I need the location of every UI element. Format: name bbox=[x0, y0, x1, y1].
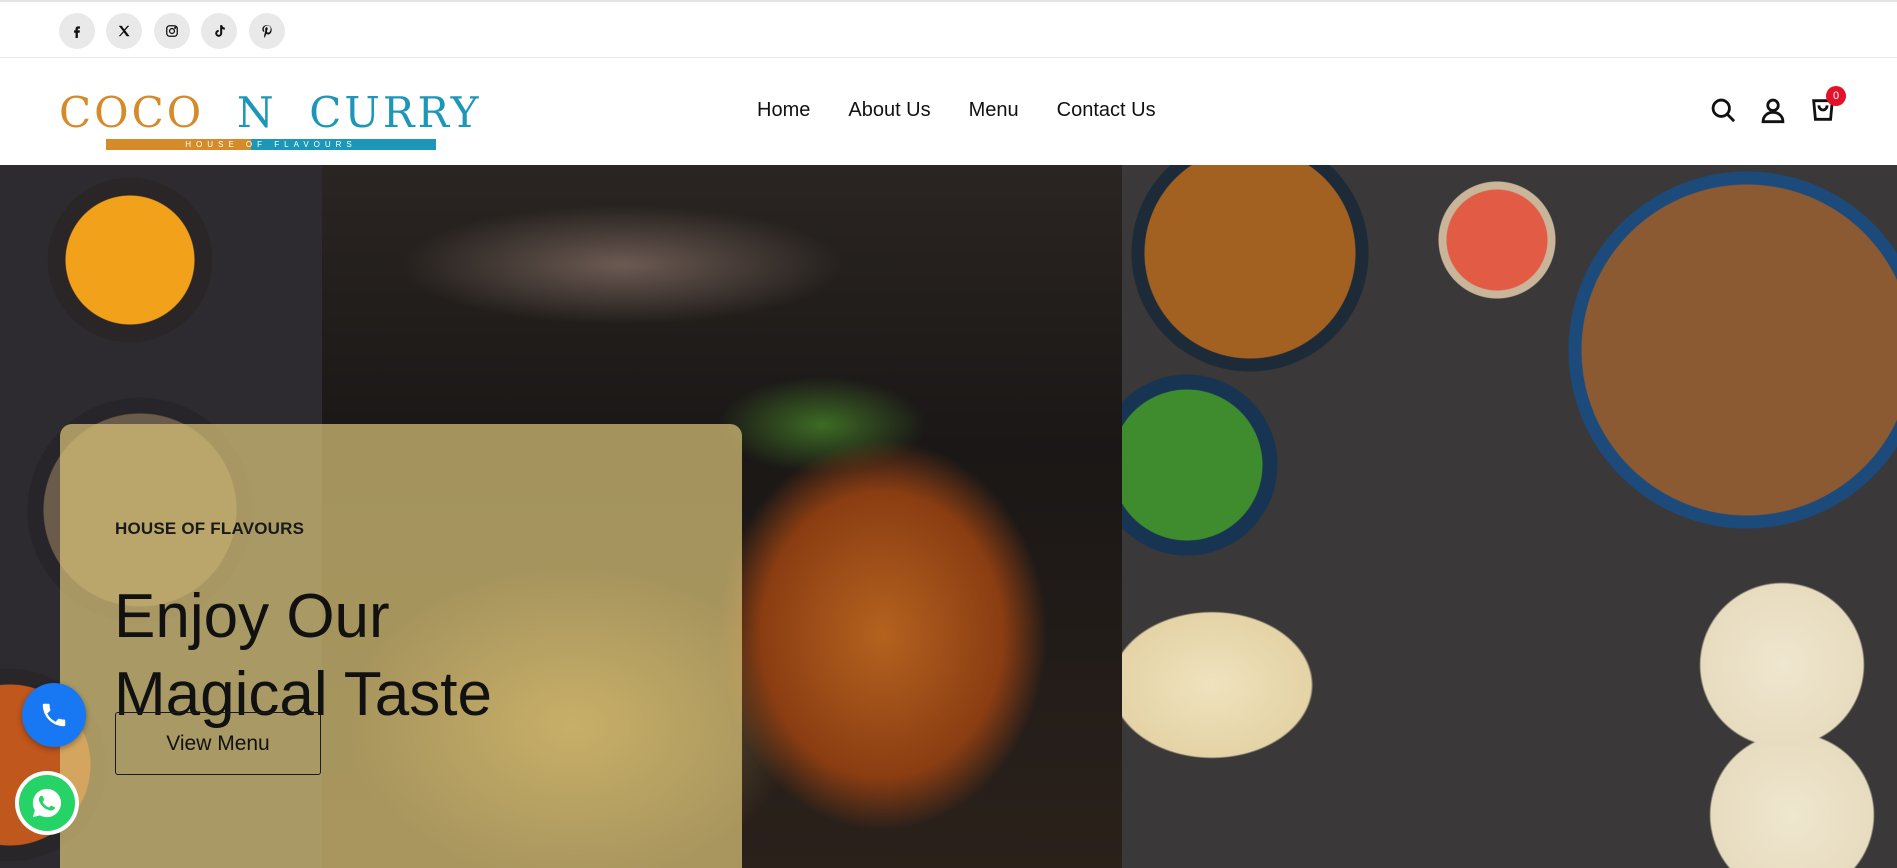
social-bar bbox=[0, 0, 1897, 58]
hero-headline-line1: Enjoy Our bbox=[114, 582, 390, 651]
brand-logo[interactable]: COCO N CURRY HOUSE OF FLAVOURS bbox=[59, 90, 479, 150]
x-twitter-icon[interactable] bbox=[106, 13, 142, 49]
hero-headline: Enjoy Our Magical Taste bbox=[114, 578, 674, 734]
facebook-icon[interactable] bbox=[59, 13, 95, 49]
hero-banner: HOUSE OF FLAVOURS Enjoy Our Magical Tast… bbox=[0, 165, 1897, 868]
logo-word-n: N bbox=[236, 88, 277, 137]
pinterest-icon[interactable] bbox=[249, 13, 285, 49]
logo-wordmark: COCO N CURRY bbox=[59, 90, 482, 136]
logo-tagline: HOUSE OF FLAVOURS bbox=[185, 140, 357, 149]
search-icon[interactable] bbox=[1709, 96, 1737, 124]
logo-word-curry: CURRY bbox=[309, 88, 482, 137]
cart-count-badge: 0 bbox=[1826, 86, 1846, 106]
nav-menu[interactable]: Menu bbox=[969, 98, 1019, 122]
main-nav: Home About Us Menu Contact Us bbox=[757, 98, 1156, 122]
hero-eyebrow: HOUSE OF FLAVOURS bbox=[115, 519, 305, 538]
hero-asian-dishes-image bbox=[1122, 165, 1897, 868]
nav-about-us[interactable]: About Us bbox=[848, 98, 930, 122]
view-menu-button[interactable]: View Menu bbox=[115, 712, 321, 775]
site-header: COCO N CURRY HOUSE OF FLAVOURS Home Abou… bbox=[0, 58, 1897, 165]
instagram-icon[interactable] bbox=[154, 13, 190, 49]
user-icon[interactable] bbox=[1759, 96, 1787, 124]
nav-home[interactable]: Home bbox=[757, 98, 810, 122]
hero-card: HOUSE OF FLAVOURS Enjoy Our Magical Tast… bbox=[60, 424, 742, 868]
nav-contact-us[interactable]: Contact Us bbox=[1057, 98, 1156, 122]
tiktok-icon[interactable] bbox=[201, 13, 237, 49]
whatsapp-icon[interactable] bbox=[15, 771, 79, 835]
logo-word-coco: COCO bbox=[59, 88, 205, 137]
phone-icon[interactable] bbox=[22, 683, 86, 747]
